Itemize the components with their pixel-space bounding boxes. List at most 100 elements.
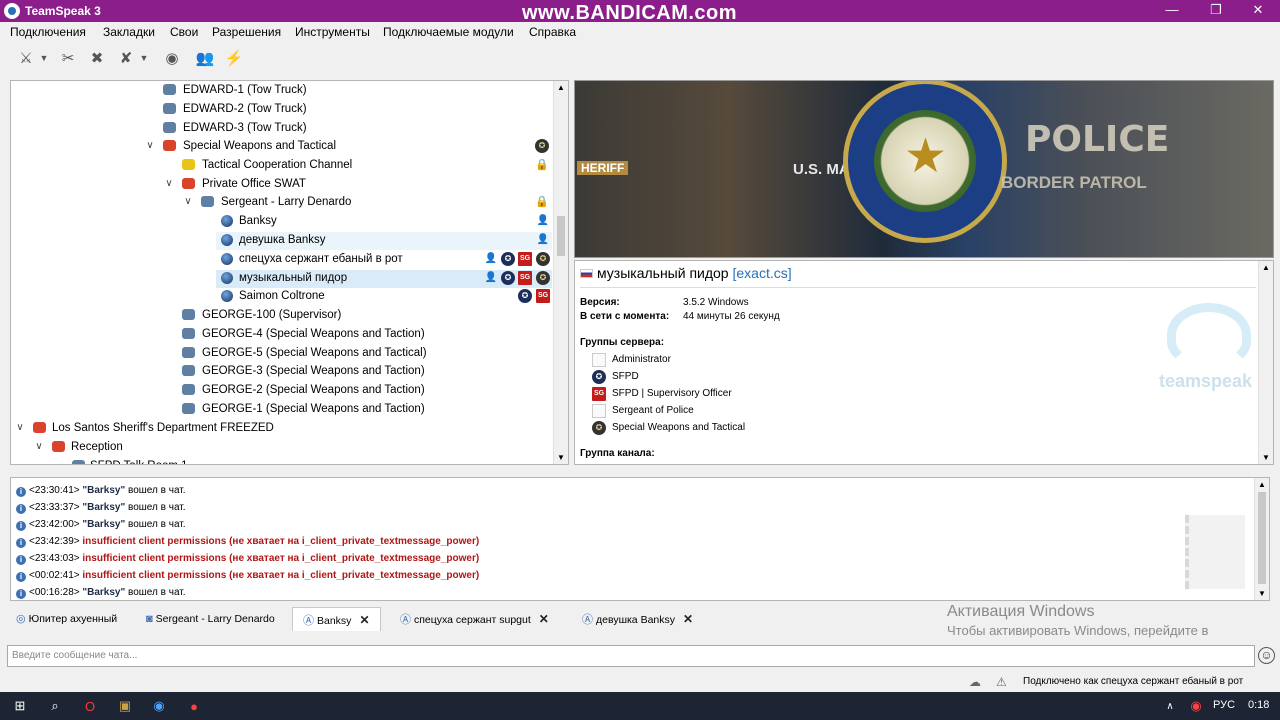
- client-row[interactable]: Saimon Coltrone ✪ SG: [221, 287, 554, 305]
- russia-flag-icon: [580, 269, 593, 278]
- away-status-icon[interactable]: ◉: [160, 46, 184, 70]
- menu-connections[interactable]: Подключения: [10, 25, 86, 39]
- menu-tools[interactable]: Инструменты: [295, 25, 370, 39]
- menu-plugins[interactable]: Подключаемые модули: [383, 25, 514, 39]
- channel-admin-icon: 👤: [536, 215, 550, 226]
- sg-group-icon: SG: [518, 271, 532, 285]
- channel-row[interactable]: ∨ Special Weapons and Tactical ✪: [144, 137, 554, 155]
- tab-channel[interactable]: ◙ Sergeant - Larry Denardo: [146, 607, 275, 631]
- whisper-icon[interactable]: ⚡: [222, 46, 246, 70]
- chevron-down-icon[interactable]: ▼: [557, 453, 565, 462]
- close-window-button[interactable]: ✕: [1238, 0, 1278, 22]
- version-value: 3.5.2 Windows: [683, 297, 749, 308]
- warning-icon[interactable]: ⚠: [996, 675, 1007, 689]
- channel-group-label: Группа канала:: [580, 448, 655, 459]
- chevron-up-icon[interactable]: ▲: [557, 83, 565, 92]
- chat-log: i <23:30:41> "Barksy" вошел в чат. i <23:3…: [10, 477, 1270, 601]
- channel-icon: [182, 365, 195, 376]
- input-language[interactable]: РУС: [1213, 699, 1235, 711]
- chevron-up-icon[interactable]: ▲: [1258, 480, 1266, 489]
- minimize-button[interactable]: —: [1152, 0, 1192, 22]
- toolbar: ⚔ ▼ ✂ ✖ ✘ ▼ ◉ 👥 ⚡: [0, 42, 1280, 74]
- menu-permissions[interactable]: Разрешения: [212, 25, 281, 39]
- opera-icon[interactable]: O: [80, 696, 100, 716]
- close-tab-icon[interactable]: ✕: [683, 612, 693, 626]
- sg-group-icon: SG: [592, 387, 606, 401]
- channel-admin-icon: 👤: [536, 234, 550, 245]
- clock[interactable]: 0:18: [1248, 699, 1269, 711]
- private-chat-icon: Ⓐ: [400, 614, 411, 626]
- client-status-icon: [221, 234, 233, 246]
- chevron-up-icon[interactable]: ∧: [1160, 696, 1180, 716]
- scrollbar-thumb[interactable]: [557, 216, 565, 256]
- chevron-down-icon[interactable]: ∨: [14, 419, 26, 437]
- chevron-up-icon[interactable]: ▲: [1262, 263, 1270, 272]
- status-bar: ☁ ⚠ Подключено как спецуха сержант ебаны…: [0, 672, 1280, 692]
- cloud-icon[interactable]: ☁: [969, 675, 981, 689]
- tab-girl-banksy[interactable]: Ⓐдевушка Banksy ✕: [582, 607, 693, 631]
- tab-server[interactable]: ◎ Юпитер ахуенный: [16, 607, 117, 631]
- menu-self[interactable]: Свои: [170, 25, 198, 39]
- info-scrollbar[interactable]: ▲ ▼: [1258, 261, 1273, 464]
- tab-banksy[interactable]: Ⓐ Banksy ✕: [292, 607, 381, 631]
- client-status-icon: [221, 253, 233, 265]
- tree-scrollbar[interactable]: ▲ ▼: [553, 81, 568, 464]
- mute-speakers-icon[interactable]: ✘: [114, 46, 138, 70]
- channel-icon: [163, 122, 176, 133]
- chevron-down-icon[interactable]: ▼: [1262, 453, 1270, 462]
- close-tab-icon[interactable]: ✕: [539, 612, 549, 626]
- banner-sheriff-text: HERIFF: [577, 161, 629, 175]
- chevron-down-icon[interactable]: ▼: [138, 46, 150, 70]
- emoji-icon[interactable]: ☺: [1258, 647, 1275, 664]
- chevron-down-icon[interactable]: ▼: [1258, 589, 1266, 598]
- channel-icon: [182, 347, 195, 358]
- record-icon[interactable]: ◉: [1186, 696, 1206, 716]
- channel-icon: [182, 403, 195, 414]
- sg-group-icon: SG: [536, 289, 550, 303]
- bandicam-icon[interactable]: ●: [184, 696, 204, 716]
- divider: [580, 287, 1256, 288]
- client-clan-tag: [exact.cs]: [732, 265, 792, 281]
- windows-start-icon[interactable]: ⊞: [10, 696, 30, 716]
- client-row-selected[interactable]: музыкальный пидор 👤 ✪ SG ✪: [221, 269, 554, 287]
- swat-group-icon: ✪: [536, 271, 550, 285]
- client-row[interactable]: девушка Banksy 👤: [221, 231, 554, 249]
- disconnect-icon[interactable]: ✂: [56, 46, 80, 70]
- menu-help[interactable]: Справка: [529, 25, 576, 39]
- chevron-down-icon[interactable]: ∨: [144, 137, 156, 155]
- close-tab-icon[interactable]: ✕: [359, 613, 369, 627]
- log-line-error: i <00:02:41> insufficient client permissi…: [16, 567, 479, 584]
- chat-message-input[interactable]: Введите сообщение чата...: [7, 645, 1255, 667]
- teamspeak-watermark: teamspeak: [1159, 303, 1259, 393]
- channel-admin-icon: 👤: [484, 272, 498, 283]
- app-icon[interactable]: ▣: [115, 696, 135, 716]
- contacts-icon[interactable]: 👥: [193, 46, 217, 70]
- chevron-down-icon[interactable]: ▼: [38, 46, 50, 70]
- connect-icon[interactable]: ⚔: [14, 46, 38, 70]
- info-icon: i: [16, 521, 26, 531]
- scrollbar-thumb[interactable]: [1258, 492, 1266, 584]
- mute-microphone-icon[interactable]: ✖: [85, 46, 109, 70]
- client-row[interactable]: Banksy 👤: [221, 212, 554, 230]
- chevron-down-icon[interactable]: ∨: [182, 193, 194, 211]
- channel-row[interactable]: ∨ Sergeant - Larry Denardo 🔒: [182, 193, 554, 211]
- channel-tab-icon: ◙: [146, 613, 153, 625]
- channel-icon: [72, 460, 85, 464]
- menu-bookmarks[interactable]: Закладки: [103, 25, 155, 39]
- document-icon: [592, 404, 606, 418]
- chat-tabs: ◎ Юпитер ахуенный ◙ Sergeant - Larry Denar…: [10, 605, 710, 631]
- state-seal-icon: ★: [843, 81, 1007, 243]
- document-icon: [592, 353, 606, 367]
- client-row[interactable]: спецуха сержант ебаный в рот 👤 ✪ SG ✪: [221, 250, 554, 268]
- channel-icon: [163, 84, 176, 95]
- channel-row[interactable]: Tactical Cooperation Channel 🔒: [182, 156, 554, 174]
- chevron-down-icon[interactable]: ∨: [163, 175, 175, 193]
- teamspeak-taskbar-icon[interactable]: ◉: [149, 696, 169, 716]
- maximize-button[interactable]: ❐: [1196, 0, 1236, 22]
- search-icon[interactable]: ⌕: [45, 696, 65, 716]
- chevron-down-icon[interactable]: ∨: [33, 438, 45, 456]
- tab-specuha[interactable]: Ⓐспецуха сержант supgut ✕: [400, 607, 549, 631]
- channel-icon: [201, 196, 214, 207]
- server-group-item: SFPD: [612, 371, 639, 382]
- log-scrollbar[interactable]: ▲ ▼: [1254, 478, 1269, 600]
